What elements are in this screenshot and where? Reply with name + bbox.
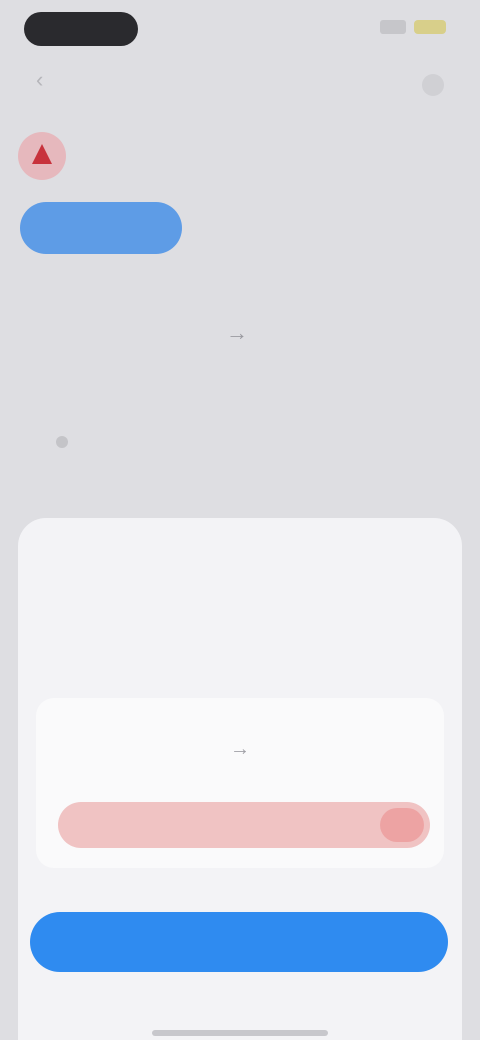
- detail-arrow-icon: →: [230, 738, 250, 760]
- confirm-button[interactable]: [30, 912, 448, 972]
- route-icon: [56, 436, 68, 448]
- tab-second[interactable]: [196, 202, 316, 254]
- signal-icon: [380, 20, 406, 34]
- status-icons: [380, 20, 446, 34]
- tab-third[interactable]: [326, 202, 456, 254]
- token-header: [18, 126, 96, 186]
- swap-arrow-icon: →: [226, 320, 248, 345]
- warning-banner: [58, 802, 430, 848]
- home-indicator: [152, 1030, 328, 1036]
- status-bar: [0, 0, 480, 64]
- tab-first[interactable]: [20, 202, 182, 254]
- status-time: [24, 12, 138, 46]
- more-options-icon[interactable]: [422, 74, 444, 96]
- route-row[interactable]: [56, 436, 80, 448]
- swap-detail-card: →: [36, 698, 444, 868]
- back-arrow-icon[interactable]: ‹: [36, 69, 56, 91]
- battery-icon: [414, 20, 446, 34]
- tab-bar: [20, 202, 480, 256]
- warning-icon: [380, 808, 424, 842]
- confirmation-sheet: →: [18, 518, 462, 1040]
- token-logo-icon: [18, 132, 66, 180]
